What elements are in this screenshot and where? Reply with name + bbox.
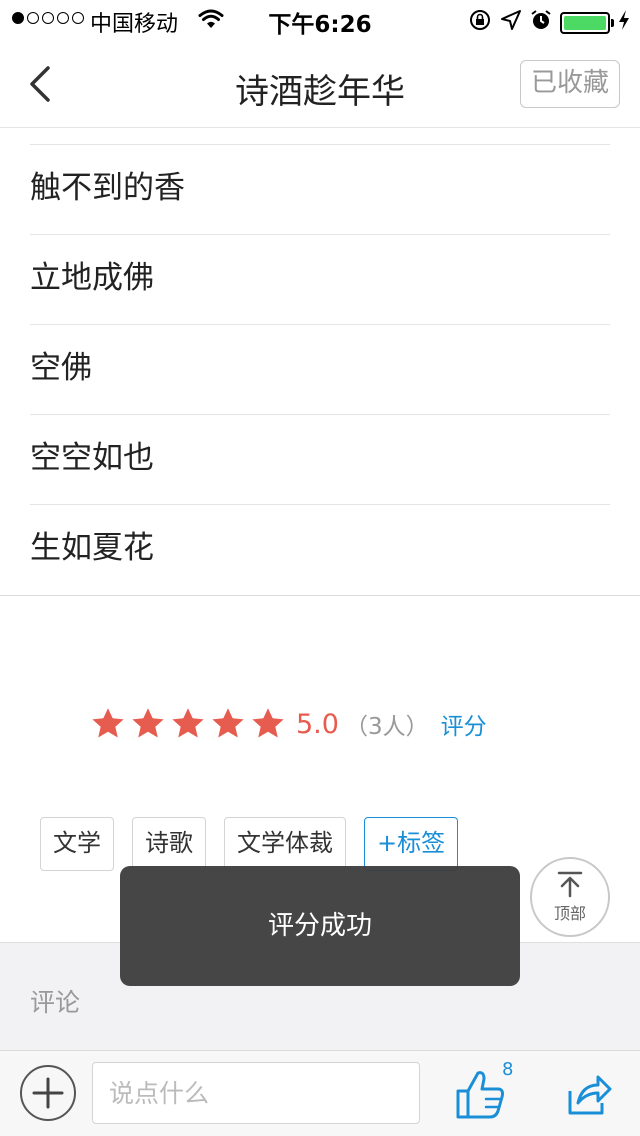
charging-icon — [618, 9, 630, 37]
share-button[interactable] — [562, 1069, 612, 1119]
rate-link[interactable]: 评分 — [441, 707, 487, 741]
tag-item[interactable]: 诗歌 — [132, 817, 206, 871]
star-icon[interactable] — [250, 706, 286, 742]
battery-icon — [560, 12, 614, 34]
divider — [0, 595, 640, 596]
list-item[interactable]: 立地成佛 — [30, 234, 610, 324]
star-icon[interactable] — [210, 706, 246, 742]
rating-score: 5.0 — [296, 708, 339, 740]
related-list: 触不到的香 立地成佛 空佛 空空如也 生如夏花 — [30, 144, 610, 594]
comment-input[interactable] — [92, 1062, 420, 1124]
star-icon[interactable] — [130, 706, 166, 742]
star-icon[interactable] — [90, 706, 126, 742]
location-icon — [500, 9, 522, 37]
add-tag-button[interactable]: +标签 — [364, 817, 459, 871]
rotation-lock-icon — [468, 8, 492, 38]
status-bar: 中国移动 下午6:26 — [0, 0, 640, 40]
tag-item[interactable]: 文学 — [40, 817, 114, 871]
list-item[interactable]: 空佛 — [30, 324, 610, 414]
comments-title: 评论 — [30, 988, 81, 1017]
back-to-top-label: 顶部 — [553, 904, 586, 923]
toast-message: 评分成功 — [120, 866, 520, 986]
favorite-button[interactable]: 已收藏 — [520, 60, 620, 108]
back-to-top-button[interactable]: 顶部 — [530, 857, 610, 937]
rating-row: 5.0 （3人） 评分 — [90, 704, 487, 744]
arrow-up-icon — [557, 871, 583, 898]
like-count: 8 — [502, 1059, 514, 1080]
star-rating[interactable] — [90, 706, 286, 742]
star-icon[interactable] — [170, 706, 206, 742]
list-item[interactable]: 空空如也 — [30, 414, 610, 504]
list-item[interactable]: 生如夏花 — [30, 504, 610, 594]
bottom-bar: 8 — [0, 1050, 640, 1136]
alarm-icon — [530, 9, 552, 37]
tag-list: 文学 诗歌 文学体裁 +标签 — [40, 817, 459, 871]
tag-item[interactable]: 文学体裁 — [224, 817, 346, 871]
navigation-bar: 诗酒趁年华 已收藏 — [0, 40, 640, 128]
add-button[interactable] — [20, 1065, 76, 1121]
list-item[interactable]: 触不到的香 — [30, 144, 610, 234]
plus-icon — [32, 1077, 64, 1109]
rater-count: （3人） — [344, 714, 429, 740]
share-icon — [568, 1075, 612, 1115]
